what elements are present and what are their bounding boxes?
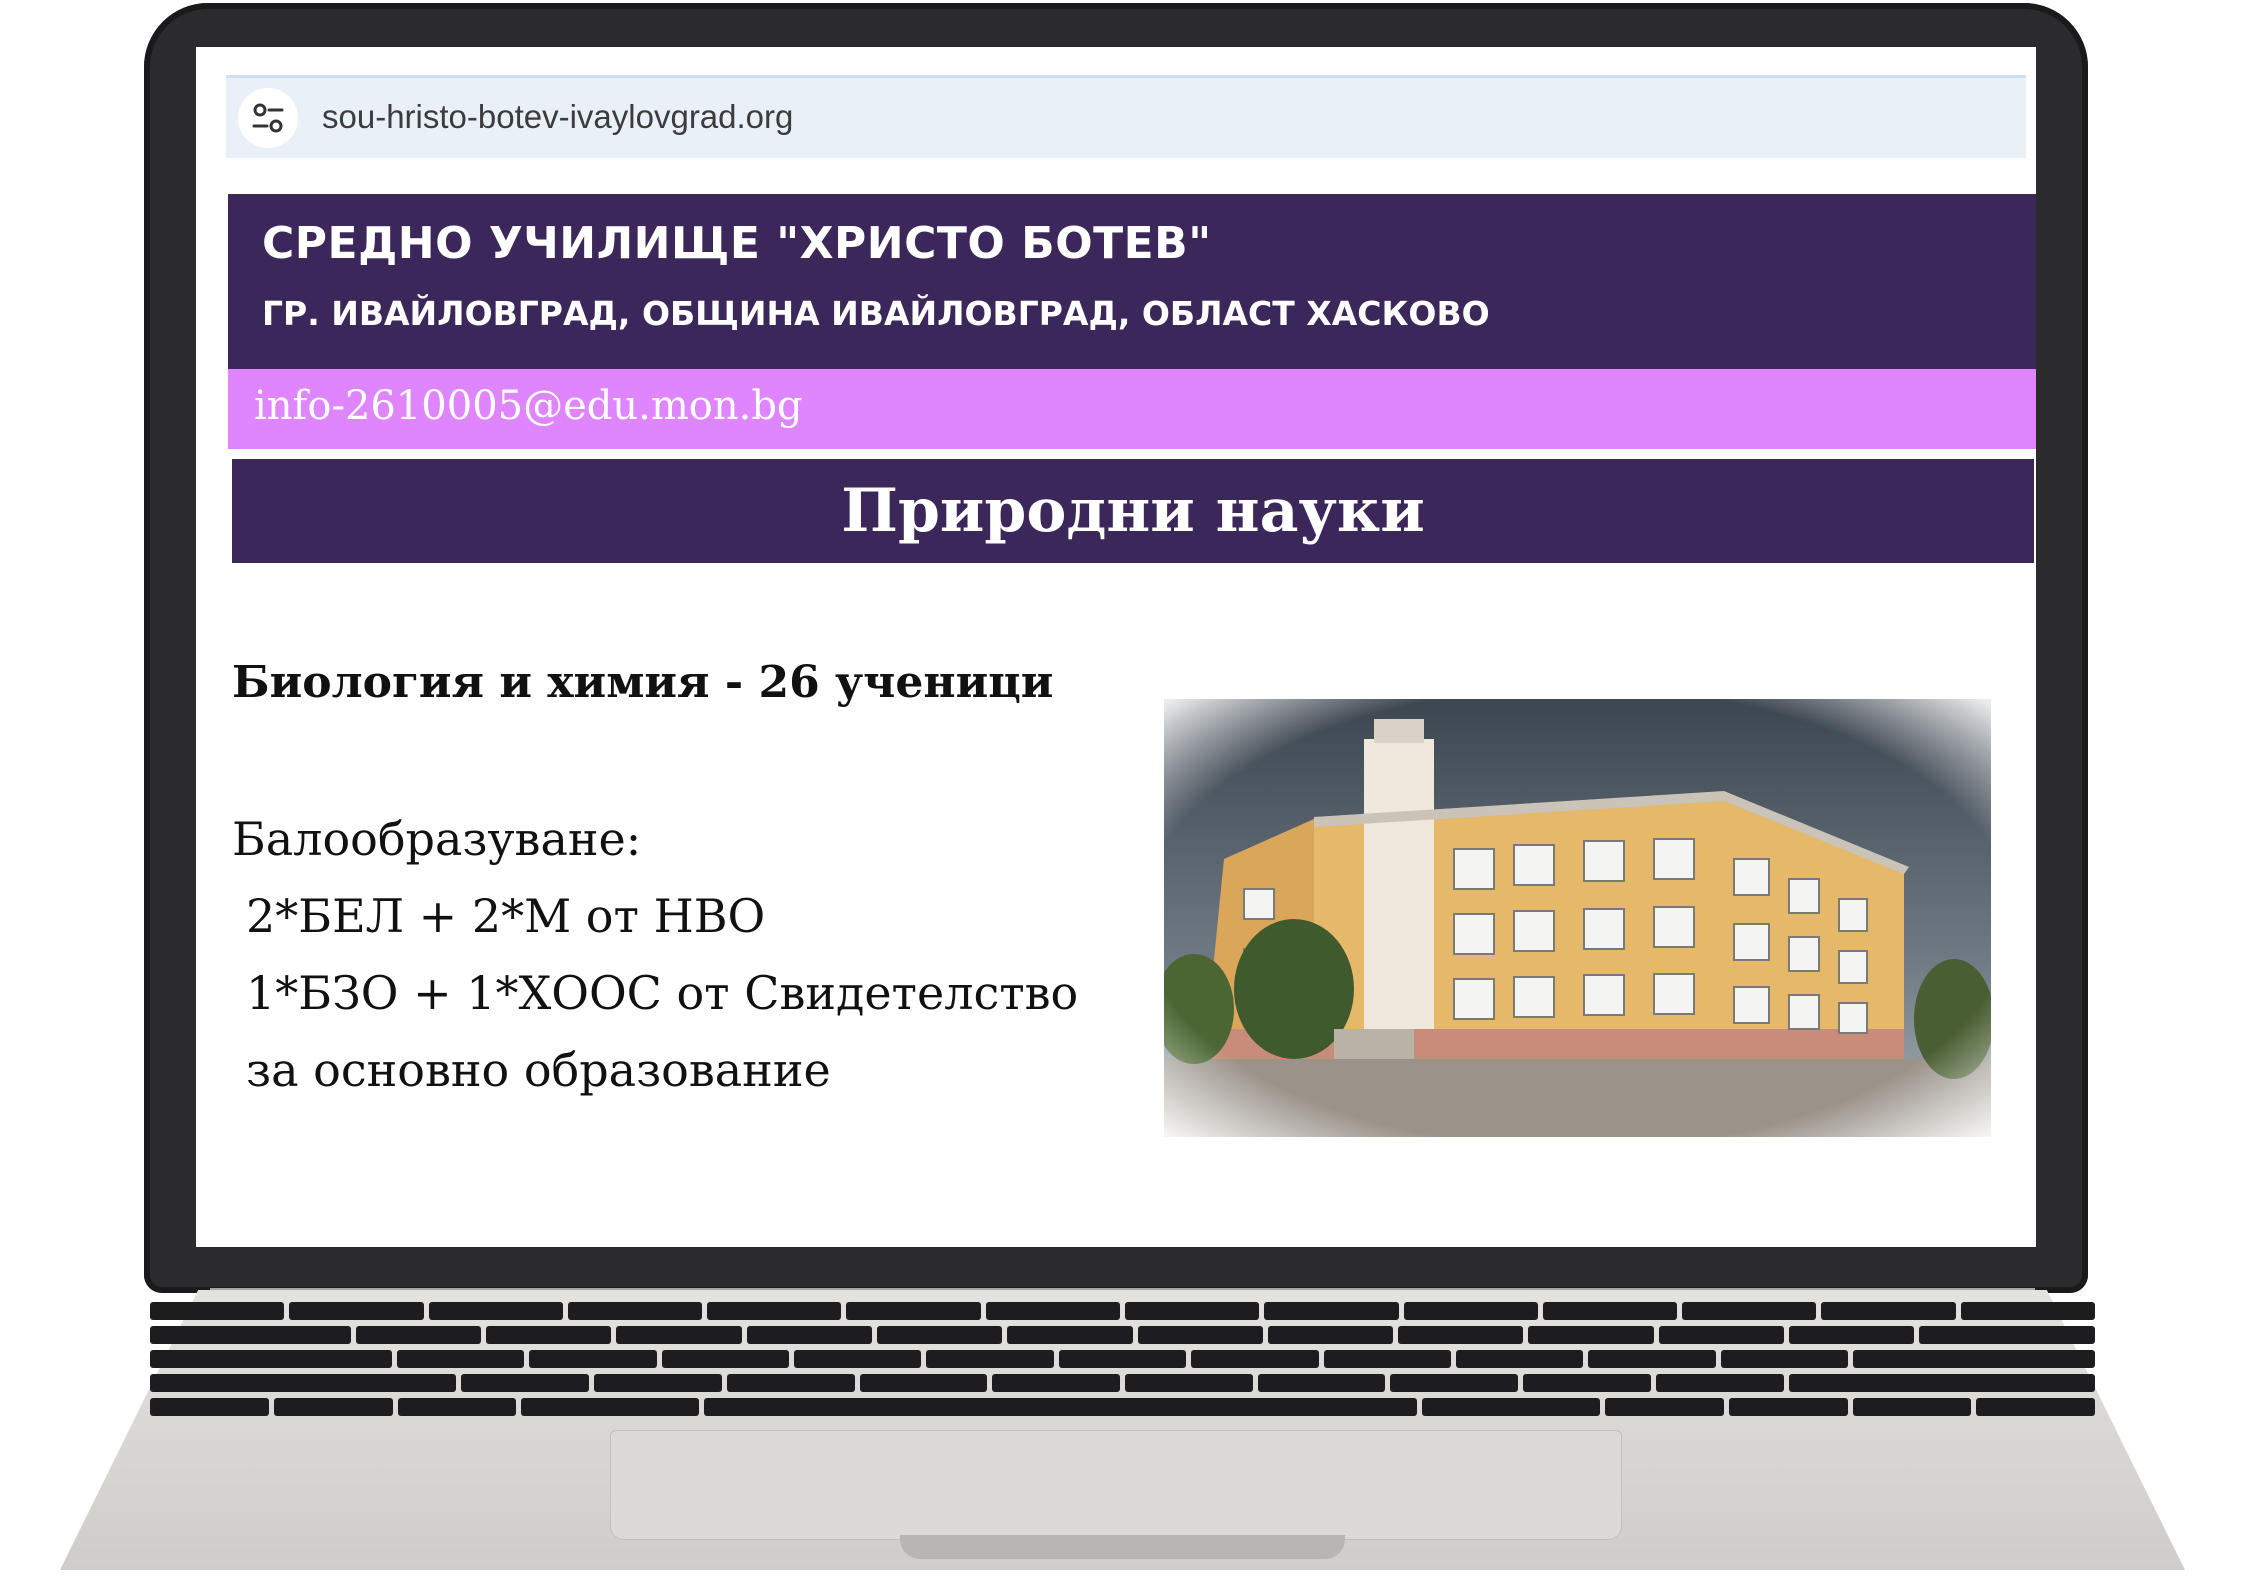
email-link[interactable]: info-2610005@edu.mon.bg <box>254 383 803 429</box>
laptop-front-notch <box>900 1535 1345 1559</box>
scoring-line: 1*БЗО + 1*ХООС от Свидетелство <box>246 966 1079 1020</box>
laptop-screen: sou-hristo-botev-ivaylovgrad.org СРЕДНО … <box>196 47 2036 1247</box>
scoring-label: Балообразуване: <box>232 812 642 866</box>
scoring-line: за основно образование <box>246 1043 831 1097</box>
school-name[interactable]: СРЕДНО УЧИЛИЩЕ "ХРИСТО БОТЕВ" <box>262 218 1212 269</box>
site-settings-icon[interactable] <box>238 88 298 148</box>
school-building-photo <box>1164 699 1991 1137</box>
profile-heading: Биология и химия - 26 ученици <box>232 657 1054 708</box>
url-text[interactable]: sou-hristo-botev-ivaylovgrad.org <box>322 98 793 136</box>
laptop-lid: sou-hristo-botev-ivaylovgrad.org СРЕДНО … <box>144 3 2088 1293</box>
page-title-bar: Природни науки <box>232 459 2034 563</box>
page-title: Природни науки <box>841 476 1425 546</box>
scoring-line: 2*БЕЛ + 2*М от НВО <box>246 889 766 943</box>
contact-bar: info-2610005@edu.mon.bg <box>228 369 2036 449</box>
address-bar[interactable]: sou-hristo-botev-ivaylovgrad.org <box>226 75 2026 158</box>
keyboard <box>150 1302 2095 1424</box>
site-header: СРЕДНО УЧИЛИЩЕ "ХРИСТО БОТЕВ" ГР. ИВАЙЛО… <box>228 194 2036 369</box>
trackpad <box>610 1430 1622 1540</box>
school-address: ГР. ИВАЙЛОВГРАД, ОБЩИНА ИВАЙЛОВГРАД, ОБЛ… <box>262 294 1490 333</box>
